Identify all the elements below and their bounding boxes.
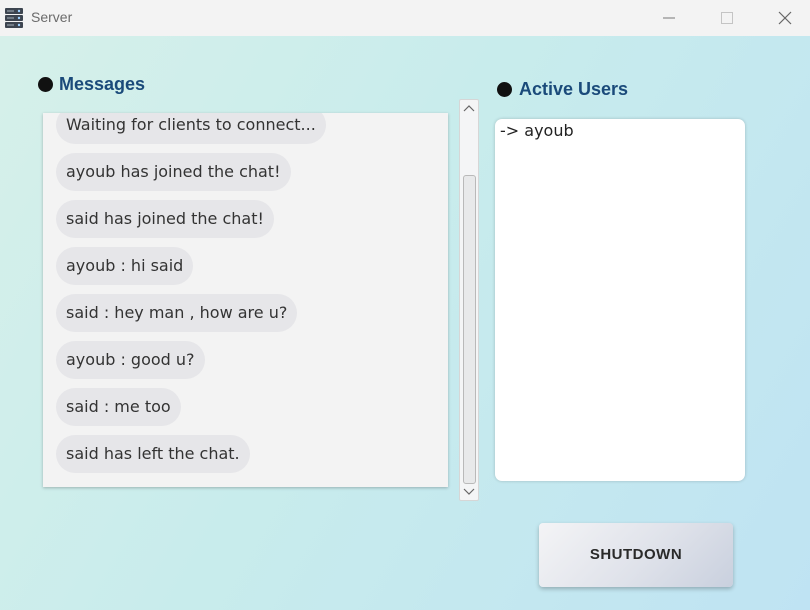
close-icon [778,11,792,25]
title-bar: Server [0,0,810,36]
minimize-icon [663,17,675,19]
messages-list[interactable]: Waiting for clients to connect... ayoub … [43,113,448,487]
scroll-up-button[interactable] [460,101,478,117]
active-users-heading-label: Active Users [519,79,629,99]
minimize-button[interactable] [640,0,698,36]
active-users-list[interactable]: -> ayoub [495,119,745,481]
message-bubble: said : me too [56,388,181,426]
messages-heading-label: Messages [59,74,146,94]
message-bubble: ayoub has joined the chat! [56,153,291,191]
maximize-button[interactable] [698,0,756,36]
message-bubble: ayoub : hi said [56,247,194,285]
bullet-icon [497,82,512,97]
messages-scrollbar[interactable] [459,99,479,501]
close-button[interactable] [756,0,810,36]
active-user-item: -> ayoub [500,121,574,140]
chevron-up-icon [463,105,475,112]
message-bubble: Waiting for clients to connect... [56,113,326,144]
scroll-down-button[interactable] [460,483,478,499]
main-content: Messages Active Users Waiting for client… [0,36,810,610]
message-bubble: said has left the chat. [56,435,250,473]
shutdown-button[interactable]: SHUTDOWN [539,523,733,587]
scroll-thumb[interactable] [463,175,476,484]
maximize-icon [721,12,733,24]
bullet-icon [38,77,53,92]
message-bubble: ayoub : good u? [56,341,205,379]
message-bubble: said : hey man , how are u? [56,294,298,332]
message-bubble: said has joined the chat! [56,200,274,238]
server-icon [4,7,24,29]
chevron-down-icon [463,488,475,495]
window-title: Server [31,9,73,25]
